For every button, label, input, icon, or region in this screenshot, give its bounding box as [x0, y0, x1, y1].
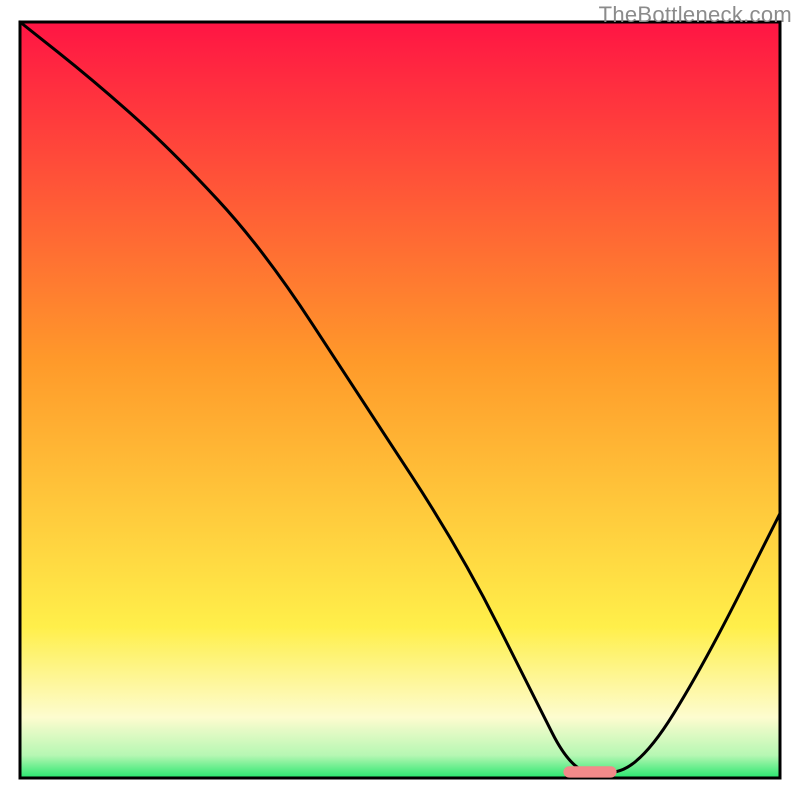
watermark-text: TheBottleneck.com	[599, 2, 792, 28]
plot-area	[20, 22, 780, 778]
chart-svg	[0, 0, 800, 800]
optimal-point-marker	[563, 766, 616, 777]
bottleneck-chart: TheBottleneck.com	[0, 0, 800, 800]
gradient-background	[20, 22, 780, 778]
